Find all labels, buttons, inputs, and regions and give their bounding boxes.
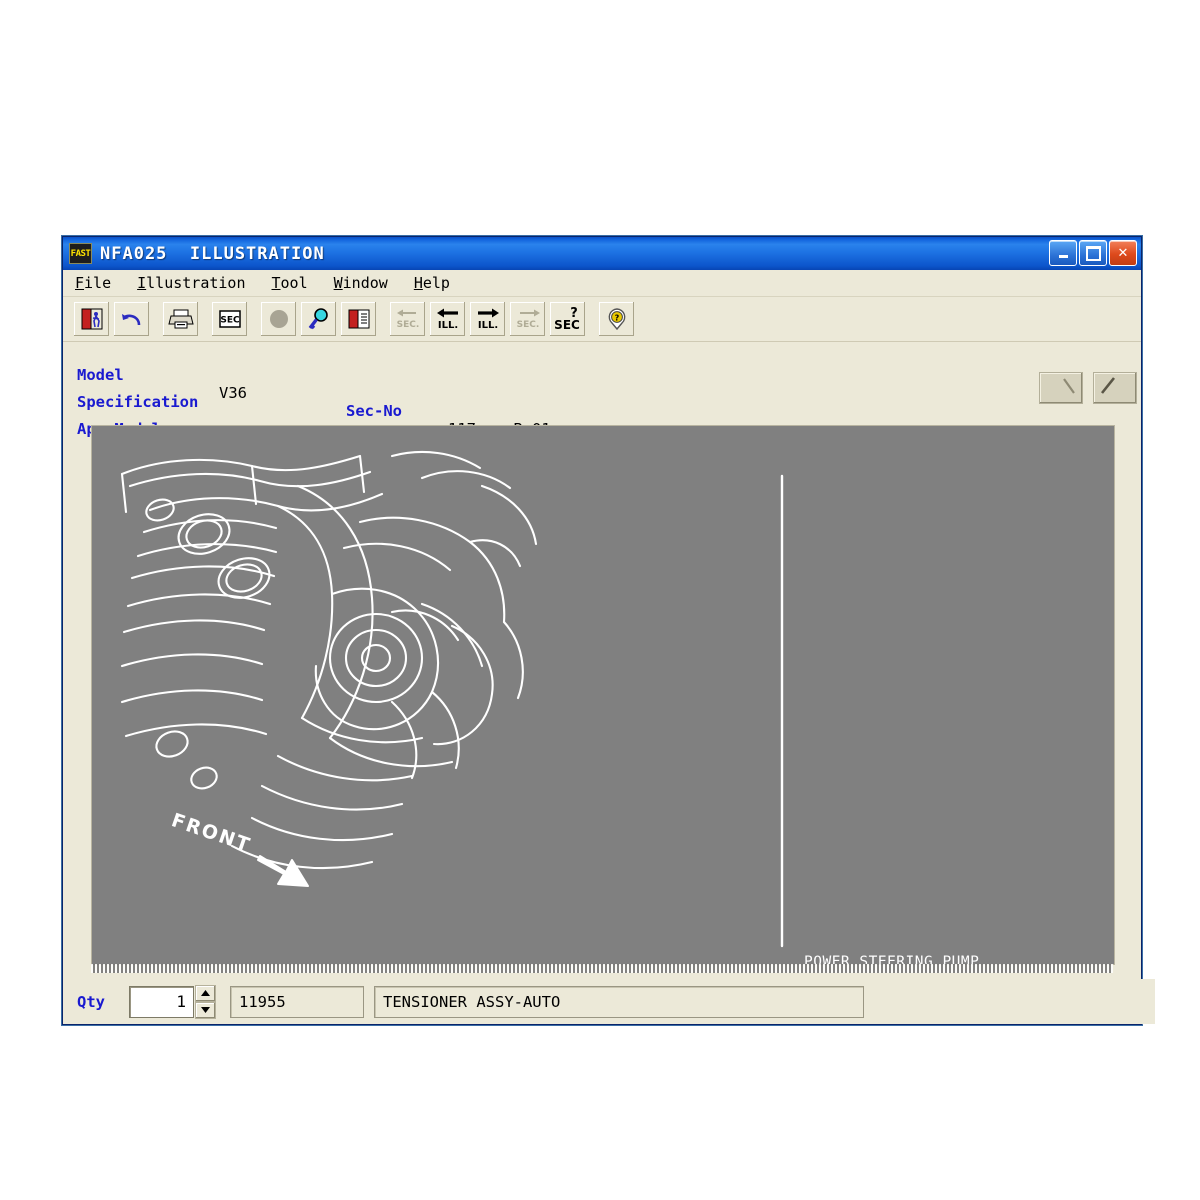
menu-item-help[interactable]: Help	[412, 273, 452, 293]
prev-illustration-button[interactable]: ILL.	[429, 301, 466, 337]
next-section-button: SEC.	[509, 301, 546, 337]
window-titlebar: FAST NFA025 ILLUSTRATION ✕	[63, 237, 1141, 270]
zoom-button[interactable]	[300, 301, 337, 337]
menu-item-window[interactable]: Window	[332, 273, 390, 293]
info-row-model: Model V36 Sec-No 117- -B 01 Name FAN,COM…	[71, 348, 1141, 474]
menu-item-illustration[interactable]: Illustration	[135, 273, 247, 293]
next-illustration-icon: ILL.	[477, 308, 499, 331]
next-page-button[interactable]	[1093, 372, 1137, 404]
prev-section-button: SEC.	[389, 301, 426, 337]
svg-text:SEC: SEC	[554, 318, 580, 332]
info-panel: Model V36 Sec-No 117- -B 01 Name FAN,COM…	[63, 342, 1141, 474]
svg-text:ILL.: ILL.	[437, 320, 457, 331]
prev-page-button[interactable]	[1039, 372, 1083, 404]
print-button[interactable]	[162, 301, 199, 337]
exit-icon	[81, 308, 102, 330]
book-button[interactable]	[340, 301, 377, 337]
illustration-canvas[interactable]: FRONT 11925TA 11926P 11916V 11925T 11955…	[91, 425, 1115, 965]
close-button[interactable]: ✕	[1109, 240, 1137, 266]
svg-text:SEC.: SEC.	[396, 320, 419, 330]
close-icon: ✕	[1117, 245, 1129, 261]
svg-text:?: ?	[614, 314, 619, 323]
part-description-value: TENSIONER ASSY-AUTO	[383, 992, 561, 1011]
qty-spinner-down[interactable]	[195, 1001, 216, 1019]
minimize-icon	[1058, 255, 1068, 258]
prev-illustration-icon: ILL.	[436, 308, 458, 331]
svg-text:ILL.: ILL.	[477, 320, 497, 331]
qty-spinner-up[interactable]	[195, 984, 216, 1002]
prev-section-icon: SEC.	[396, 309, 419, 330]
qty-spinner[interactable]	[195, 984, 216, 1019]
book-icon	[348, 309, 369, 329]
screenshot-root: FAST NFA025 ILLUSTRATION ✕ FFileile Illu…	[0, 0, 1200, 1200]
print-icon	[167, 309, 194, 329]
zoom-icon	[308, 308, 328, 330]
chevron-down-icon	[201, 1007, 210, 1013]
undo-icon	[121, 314, 140, 326]
toolbar: SEC SEC. ILL. ILL. SEC. ? SEC ?	[63, 297, 1141, 342]
front-arrow-icon	[257, 855, 309, 887]
window-controls: ✕	[1049, 240, 1137, 266]
maximize-button[interactable]	[1079, 240, 1107, 266]
qty-label: Qty	[77, 992, 105, 1011]
help-icon: ?	[608, 308, 625, 331]
section-button[interactable]: SEC	[211, 301, 248, 337]
part-number-value: 11955	[239, 992, 286, 1011]
maximize-icon	[1085, 245, 1101, 261]
next-illustration-button[interactable]: ILL.	[469, 301, 506, 337]
minimize-button[interactable]	[1049, 240, 1077, 266]
app-icon: FAST	[69, 243, 92, 264]
status-bar: Qty 1 11955 TENSIONER ASSY-AUTO	[63, 979, 1155, 1024]
menu-item-file[interactable]: FFileile	[73, 273, 113, 293]
help-button[interactable]: ?	[598, 301, 635, 337]
section-help-button[interactable]: ? SEC	[549, 301, 586, 337]
section-help-icon: ? SEC	[554, 306, 580, 332]
svg-text:SEC.: SEC.	[516, 320, 539, 330]
next-page-icon	[1100, 377, 1116, 394]
circle-button[interactable]	[260, 301, 297, 337]
illustration-drawing	[120, 450, 784, 948]
section-icon: SEC	[218, 310, 241, 328]
window-title: NFA025 ILLUSTRATION	[100, 243, 325, 264]
part-number-field: 11955	[230, 985, 364, 1018]
menu-bar: FFileile Illustration Tool Window Help	[63, 270, 1141, 297]
next-section-icon: SEC.	[516, 309, 540, 330]
app-icon-label: FAST	[70, 248, 91, 259]
exit-button[interactable]	[73, 301, 110, 337]
undo-button[interactable]	[113, 301, 150, 337]
circle-icon	[269, 310, 288, 328]
chevron-up-icon	[201, 990, 210, 996]
menu-item-tool[interactable]: Tool	[270, 273, 310, 293]
illustration-hscrollbar[interactable]	[91, 964, 1113, 973]
illustration-window: FAST NFA025 ILLUSTRATION ✕ FFileile Illu…	[62, 236, 1155, 1025]
part-description-field: TENSIONER ASSY-AUTO	[374, 985, 864, 1018]
qty-input[interactable]: 1	[129, 985, 194, 1018]
illustration-area: FRONT 11925TA 11926P 11916V 11925T 11955…	[91, 425, 1115, 973]
qty-value: 1	[176, 992, 186, 1011]
info-row-specification: Specification App.Date 0806-0907	[71, 372, 1141, 465]
svg-text:SEC: SEC	[220, 316, 240, 326]
prev-page-icon	[1063, 378, 1075, 394]
